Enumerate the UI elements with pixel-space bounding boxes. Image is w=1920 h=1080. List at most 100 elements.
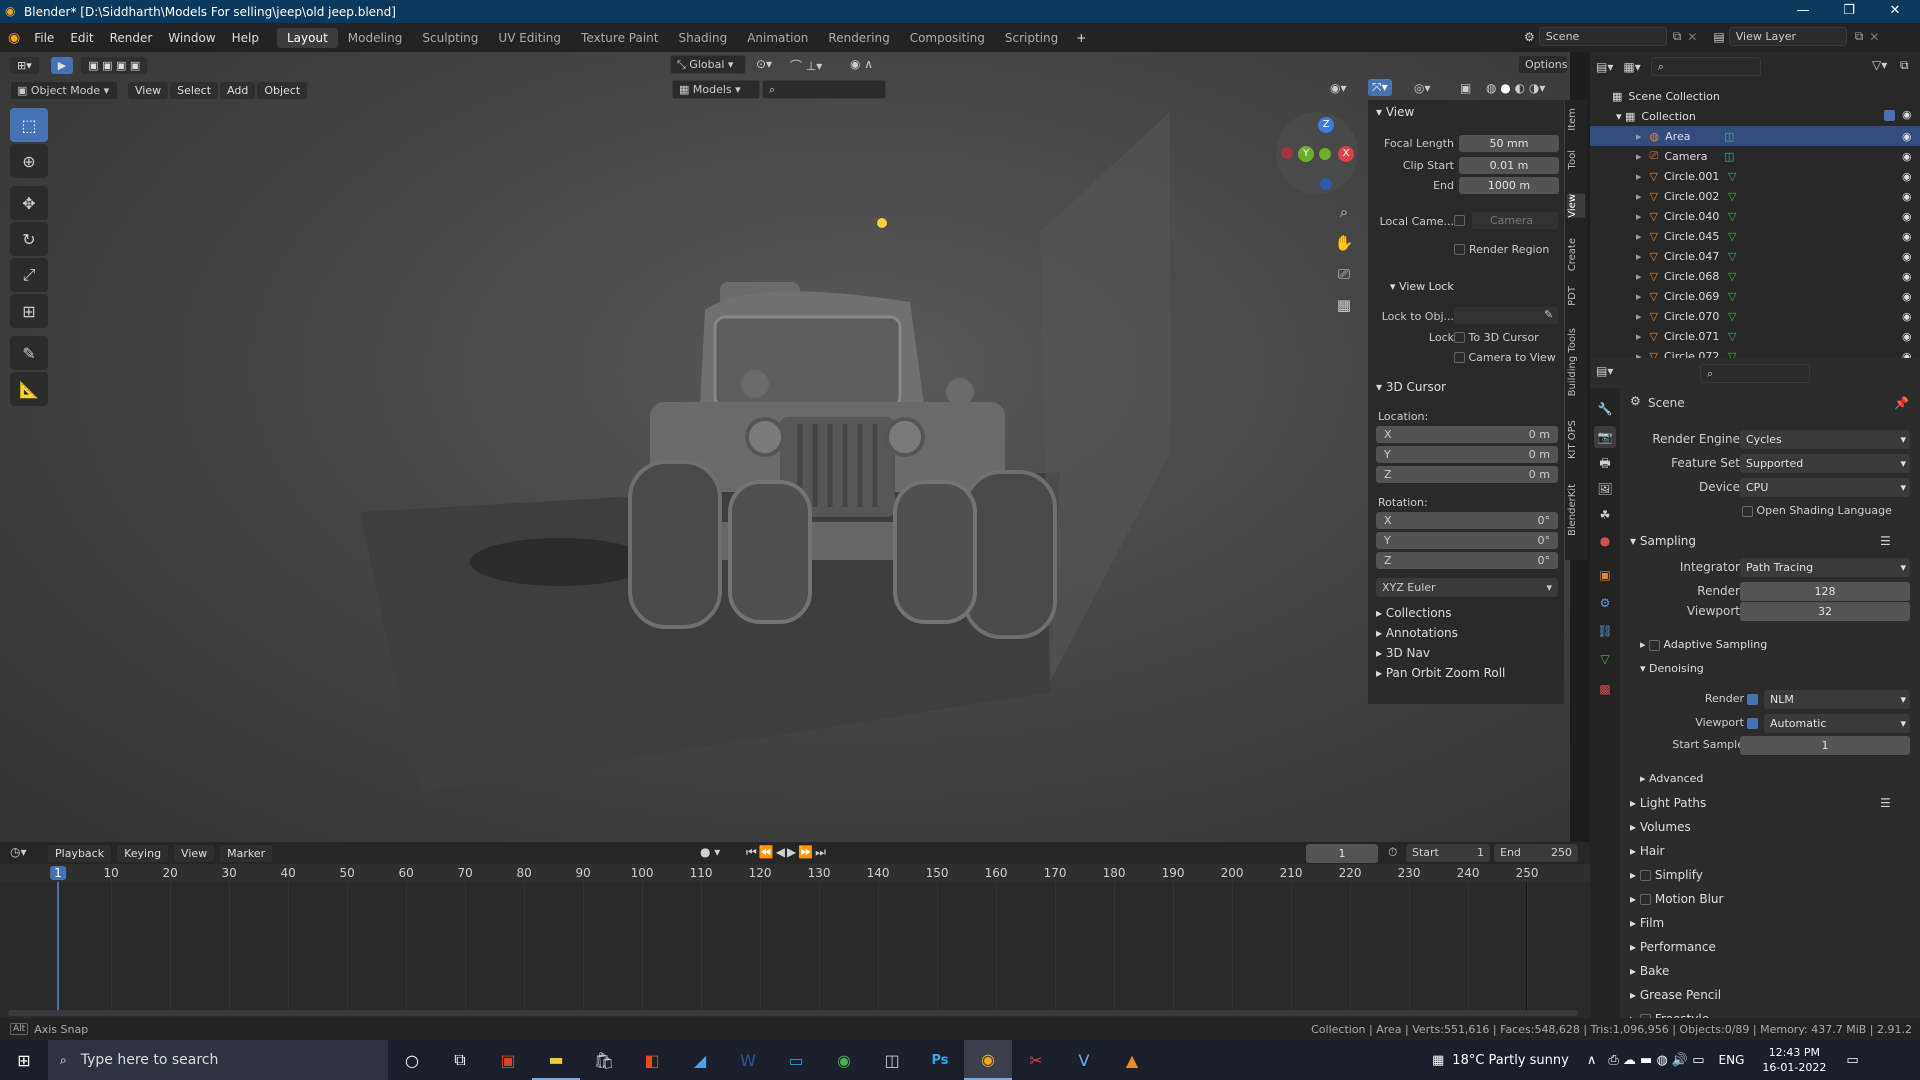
scale-tool-icon[interactable]: ⤢: [10, 258, 48, 292]
properties-editor-icon[interactable]: ▤▾: [1596, 364, 1613, 378]
mesh-data-icon[interactable]: ▽: [1728, 330, 1736, 343]
feature-set-dropdown[interactable]: Supported ▾: [1740, 454, 1910, 473]
playback-controls[interactable]: ⏮⏪◀▶⏩⏭: [746, 845, 828, 860]
render-region-checkbox[interactable]: [1454, 243, 1465, 255]
sidebar-tab-pdt[interactable]: PDT: [1567, 286, 1585, 306]
menu-window[interactable]: Window: [160, 31, 223, 45]
gizmo-neg-z[interactable]: [1320, 178, 1332, 190]
light-data-icon[interactable]: ◫: [1724, 130, 1734, 143]
tab-texture-paint[interactable]: Texture Paint: [571, 28, 668, 48]
cursor-loc-row-z[interactable]: Z 0 m: [1376, 466, 1558, 483]
rotate-tool-icon[interactable]: ↻: [10, 222, 48, 256]
preview-range-icon[interactable]: ⏱: [1388, 845, 1397, 860]
expand-arrow-icon[interactable]: ▸: [1636, 170, 1642, 183]
viewport-menu-add[interactable]: Add: [220, 81, 256, 99]
weather-icon[interactable]: ▦: [1432, 1053, 1444, 1068]
move-tool-icon[interactable]: ✥: [10, 186, 48, 220]
sidebar-tab-kit-ops[interactable]: KIT OPS: [1567, 420, 1585, 459]
constraint-props-icon[interactable]: ⛓: [1594, 620, 1616, 642]
expand-arrow-icon[interactable]: ▸: [1636, 210, 1642, 223]
denoising-header[interactable]: ▾ Denoising: [1640, 662, 1704, 675]
new-view-layer-icon[interactable]: ⧉: [1855, 29, 1864, 44]
timeline-menu-keying[interactable]: Keying: [117, 845, 169, 862]
sidebar-tab-create[interactable]: Create: [1567, 238, 1585, 271]
section-simplify[interactable]: ▸ Simplify: [1630, 868, 1703, 882]
mesh-data-icon[interactable]: ▽: [1728, 190, 1736, 203]
tab-scripting[interactable]: Scripting: [995, 28, 1068, 48]
ortho-grid-icon[interactable]: ▦: [1332, 290, 1356, 321]
camera-to-view-checkbox[interactable]: [1454, 352, 1465, 363]
task-view-icon[interactable]: ⧉: [436, 1040, 484, 1080]
cursor-loc-row-x[interactable]: X 0 m: [1376, 426, 1558, 443]
gizmo-y-axis[interactable]: Y: [1298, 146, 1314, 162]
blender-taskbar-icon[interactable]: ◉: [964, 1040, 1012, 1080]
visibility-icon[interactable]: ◉: [1902, 290, 1912, 303]
outliner-item[interactable]: ▸ ▽ Circle.070 ▽ ◉: [1590, 306, 1920, 326]
local-camera-checkbox[interactable]: [1454, 215, 1465, 226]
timeline-scrollbar[interactable]: [8, 1010, 1578, 1016]
shading-modes-icon[interactable]: ◍ ● ◐ ◑▾: [1486, 81, 1545, 95]
advanced-header[interactable]: ▸ Advanced: [1640, 772, 1703, 785]
outliner-search[interactable]: ⌕: [1650, 57, 1761, 76]
expand-arrow-icon[interactable]: ▸: [1636, 130, 1642, 143]
panel-3d-nav[interactable]: ▸ 3D Nav: [1376, 646, 1430, 660]
section-checkbox[interactable]: [1639, 870, 1651, 881]
cursor-rot-row-z[interactable]: Z 0°: [1376, 552, 1558, 569]
collection-include-checkbox[interactable]: [1884, 110, 1895, 121]
outliner-item[interactable]: ▸ ▽ Circle.001 ▽ ◉: [1590, 166, 1920, 186]
navigation-gizmo[interactable]: Z X Y: [1276, 112, 1358, 194]
light-object[interactable]: [877, 218, 887, 228]
rotation-mode-dropdown[interactable]: XYZ Euler ▾: [1376, 578, 1558, 597]
denoise-render-checkbox[interactable]: [1747, 694, 1758, 705]
cortana-icon[interactable]: ○: [388, 1040, 436, 1080]
options-dropdown[interactable]: Options: [1518, 55, 1568, 74]
adaptive-sampling-checkbox[interactable]: [1649, 639, 1661, 651]
sampling-header[interactable]: ▾ Sampling: [1630, 534, 1696, 548]
visibility-icon[interactable]: ◉▾: [1330, 81, 1347, 95]
app-icon-1[interactable]: ◢: [676, 1040, 724, 1080]
outliner-item[interactable]: ▸ ▽ Circle.071 ▽ ◉: [1590, 326, 1920, 346]
view-lock-header[interactable]: ▾ View Lock: [1390, 280, 1454, 293]
view-layer-props-icon[interactable]: 🖼: [1594, 478, 1616, 500]
taskbar-search[interactable]: ⌕ Type here to search: [48, 1040, 388, 1080]
section-performance[interactable]: ▸ Performance: [1630, 940, 1716, 954]
expand-arrow-icon[interactable]: ▸: [1636, 190, 1642, 203]
outliner-item[interactable]: ▸ ▽ Circle.069 ▽ ◉: [1590, 286, 1920, 306]
pin-icon[interactable]: 📌: [1894, 396, 1909, 410]
osl-checkbox[interactable]: [1742, 505, 1753, 517]
frame-ruler[interactable]: 1 10 20 30 40 50 60 70 80 90 100 110 120 130 140 150 160…: [0, 864, 1590, 1010]
gizmo-z-axis[interactable]: Z: [1318, 117, 1334, 133]
gizmo-x-axis[interactable]: X: [1338, 146, 1354, 162]
clip-end-field[interactable]: 1000 m: [1459, 176, 1559, 194]
start-frame-field[interactable]: Start 1: [1406, 844, 1490, 862]
lock-to-object-field[interactable]: [1454, 307, 1558, 324]
pivot-icon[interactable]: ⊙▾: [756, 57, 772, 71]
clip-start-field[interactable]: 0.01 m: [1459, 156, 1559, 174]
render-engine-dropdown[interactable]: Cycles ▾: [1740, 430, 1910, 449]
visibility-icon[interactable]: ◉: [1902, 230, 1912, 243]
select-tool-icon[interactable]: ▶: [50, 56, 74, 74]
world-props-icon[interactable]: ●: [1594, 530, 1616, 552]
camera-view-icon[interactable]: ⎚: [1332, 259, 1356, 290]
proportional-edit-icon[interactable]: ◉ ∧: [850, 57, 873, 71]
tab-rendering[interactable]: Rendering: [818, 28, 899, 48]
editor-type-icon[interactable]: ⊞▾: [10, 56, 39, 74]
tool-props-icon[interactable]: 🔧: [1594, 398, 1616, 420]
menu-render[interactable]: Render: [102, 31, 161, 45]
tab-animation[interactable]: Animation: [737, 28, 818, 48]
weather-text[interactable]: 18°C Partly sunny: [1452, 1053, 1569, 1068]
output-props-icon[interactable]: 🖶: [1594, 452, 1616, 474]
blender-menu-icon[interactable]: ◉: [8, 30, 20, 46]
object-props-icon[interactable]: ▣: [1594, 564, 1616, 586]
scene-props-icon[interactable]: ☘: [1594, 504, 1616, 526]
tray-icons[interactable]: ⎙ ☁ ▬ ◍ 🔊 ▭: [1608, 1053, 1704, 1068]
app-icon-5[interactable]: V: [1060, 1040, 1108, 1080]
select-mode-icons[interactable]: ▣ ▣ ▣ ▣: [81, 56, 148, 74]
outliner-item[interactable]: ▸ ▽ Circle.040 ▽ ◉: [1590, 206, 1920, 226]
visibility-icon[interactable]: ◉: [1902, 210, 1912, 223]
tab-modeling[interactable]: Modeling: [338, 28, 413, 48]
section-film[interactable]: ▸ Film: [1630, 916, 1664, 930]
expand-arrow-icon[interactable]: ▸: [1636, 290, 1642, 303]
camera-data-icon[interactable]: ◫: [1724, 150, 1734, 163]
chrome-icon[interactable]: ◉: [820, 1040, 868, 1080]
